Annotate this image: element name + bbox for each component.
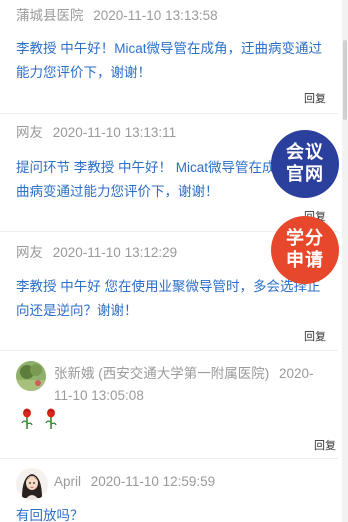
comment-meta: 张新娥 (西安交通大学第一附属医院) 2020-11-10 13:05:08 <box>54 363 328 407</box>
conference-site-button[interactable]: 会议官网 <box>271 130 339 198</box>
divider <box>0 458 338 459</box>
divider <box>0 113 338 114</box>
rose-icon <box>21 408 57 429</box>
commenter-name: 网友 <box>16 125 43 140</box>
user-avatar <box>16 361 46 391</box>
credit-application-label: 学分申请 <box>286 228 324 271</box>
comment-text: 李教授 中午好 您在使用业聚微导管时，多会选择正向还是逆向？谢谢！ <box>16 279 321 318</box>
comment-meta: 蒲城县医院 2020-11-10 13:13:58 <box>16 6 218 26</box>
comment-meta: April 2020-11-10 12:59:59 <box>54 472 215 492</box>
comment-time: 2020-11-10 13:12:29 <box>52 245 178 260</box>
comment-meta: 网友 2020-11-10 13:13:11 <box>16 123 176 143</box>
reply-button[interactable]: 回复 <box>314 439 336 453</box>
reply-button[interactable]: 回复 <box>304 330 326 344</box>
scrollbar-thumb[interactable] <box>343 40 347 120</box>
reply-button[interactable]: 回复 <box>304 92 326 106</box>
commenter-name: April <box>54 474 82 489</box>
comment-time: 2020-11-10 12:59:59 <box>90 474 216 489</box>
conference-site-label: 会议官网 <box>286 142 324 185</box>
comment-text: 李教授 中午好！Micat微导管在成角，迂曲病变通过能力您评价下，谢谢！ <box>16 41 323 80</box>
divider <box>0 350 338 351</box>
commenter-name: 网友 <box>16 245 43 260</box>
commenter-name: 蒲城县医院 <box>16 8 84 23</box>
commenter-name: 张新娥 (西安交通大学第一附属医院) <box>54 366 270 381</box>
comment-time: 2020-11-10 13:13:58 <box>93 8 218 23</box>
credit-application-button[interactable]: 学分申请 <box>271 216 339 284</box>
comment-text: 有回放吗？ <box>16 508 84 522</box>
landscape-avatar-icon <box>16 361 46 391</box>
comment-meta: 网友 2020-11-10 13:12:29 <box>16 243 177 263</box>
user-avatar <box>16 468 48 500</box>
emoji-row <box>20 407 64 431</box>
comment-time: 2020-11-10 13:13:11 <box>52 125 177 140</box>
scrollbar[interactable] <box>342 0 348 522</box>
cartoon-girl-avatar-icon <box>16 468 48 500</box>
